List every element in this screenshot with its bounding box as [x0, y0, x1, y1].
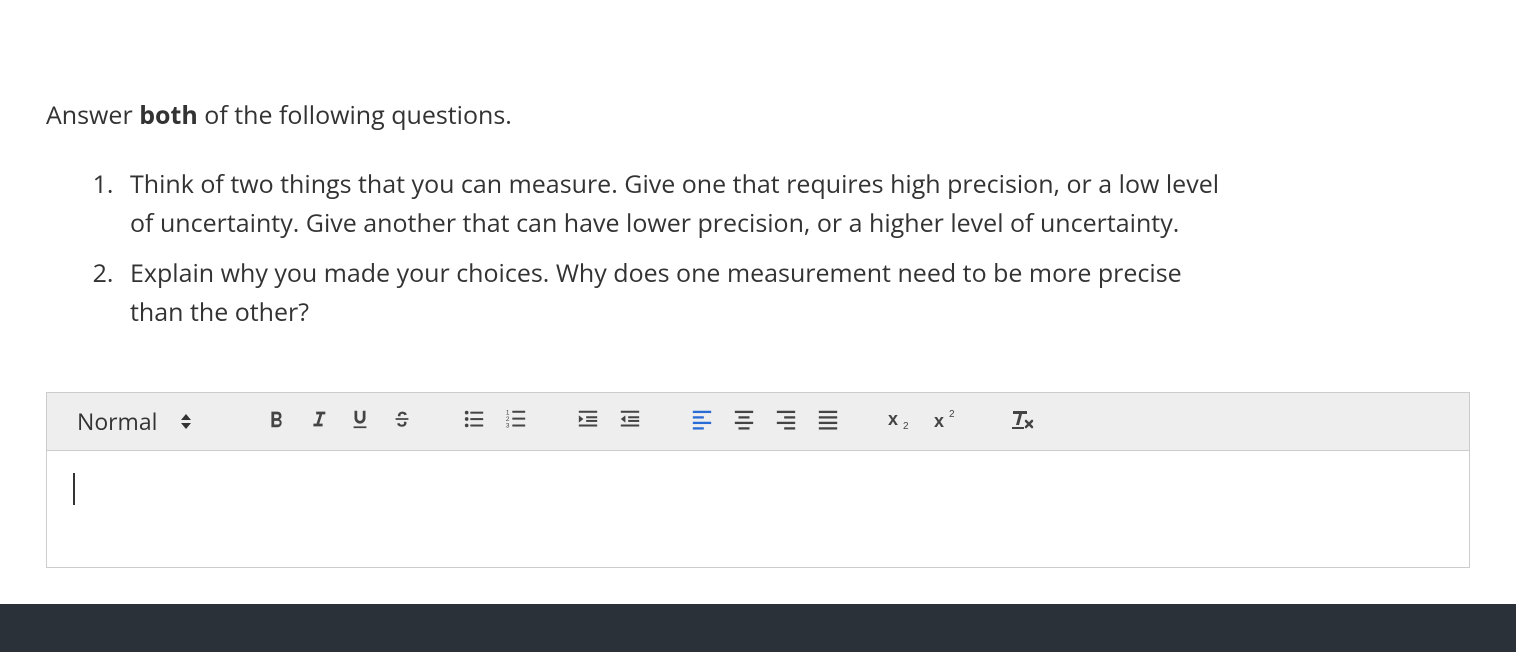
prompt-text: Answer both of the following questions. — [46, 96, 1470, 135]
decrease-indent-button[interactable] — [609, 400, 651, 442]
rich-text-editor: Normal — [46, 392, 1470, 568]
subscript-button[interactable]: x2 — [879, 400, 925, 442]
italic-icon — [307, 408, 329, 435]
superscript-button[interactable]: x2 — [925, 400, 971, 442]
svg-text:3: 3 — [506, 422, 510, 429]
bullet-list-icon — [462, 408, 486, 435]
numbered-list-icon: 123 — [504, 408, 528, 435]
clear-formatting-button[interactable] — [1001, 400, 1043, 442]
underline-icon — [349, 408, 371, 435]
bold-icon — [265, 408, 287, 435]
editor-textarea[interactable] — [47, 451, 1469, 567]
bold-button[interactable] — [255, 400, 297, 442]
align-left-button[interactable] — [681, 400, 723, 442]
align-right-button[interactable] — [765, 400, 807, 442]
svg-text:1: 1 — [506, 409, 510, 416]
align-center-button[interactable] — [723, 400, 765, 442]
page-content: Answer both of the following questions. … — [0, 0, 1516, 568]
align-center-icon — [732, 408, 756, 435]
unordered-list-button[interactable] — [453, 400, 495, 442]
increase-indent-button[interactable] — [567, 400, 609, 442]
subscript-icon: x2 — [886, 407, 918, 436]
indent-left-icon — [618, 408, 642, 435]
clear-format-icon — [1009, 407, 1035, 436]
question-item: Think of two things that you can measure… — [120, 165, 1230, 243]
question-list: Think of two things that you can measure… — [46, 165, 1470, 332]
bottom-bar — [0, 604, 1516, 652]
ordered-list-button[interactable]: 123 — [495, 400, 537, 442]
svg-text:2: 2 — [903, 421, 909, 431]
indent-right-icon — [576, 408, 600, 435]
prompt-prefix: Answer — [46, 98, 139, 132]
sort-arrows-icon — [181, 414, 191, 429]
italic-button[interactable] — [297, 400, 339, 442]
prompt-suffix: of the following questions. — [198, 98, 512, 132]
superscript-icon: x2 — [932, 407, 964, 436]
question-item: Explain why you made your choices. Why d… — [120, 254, 1230, 332]
text-cursor — [73, 473, 75, 505]
editor-toolbar: Normal — [47, 393, 1469, 451]
format-picker[interactable]: Normal — [61, 405, 203, 437]
svg-text:2: 2 — [506, 416, 510, 423]
align-justify-icon — [816, 408, 840, 435]
svg-text:x: x — [934, 411, 944, 431]
svg-text:2: 2 — [949, 409, 955, 420]
prompt-bold: both — [139, 98, 198, 132]
svg-text:x: x — [888, 409, 898, 429]
format-picker-label: Normal — [77, 405, 157, 437]
align-justify-button[interactable] — [807, 400, 849, 442]
underline-button[interactable] — [339, 400, 381, 442]
strikethrough-icon — [390, 408, 414, 435]
align-right-icon — [774, 408, 798, 435]
align-left-icon — [690, 408, 714, 435]
strikethrough-button[interactable] — [381, 400, 423, 442]
